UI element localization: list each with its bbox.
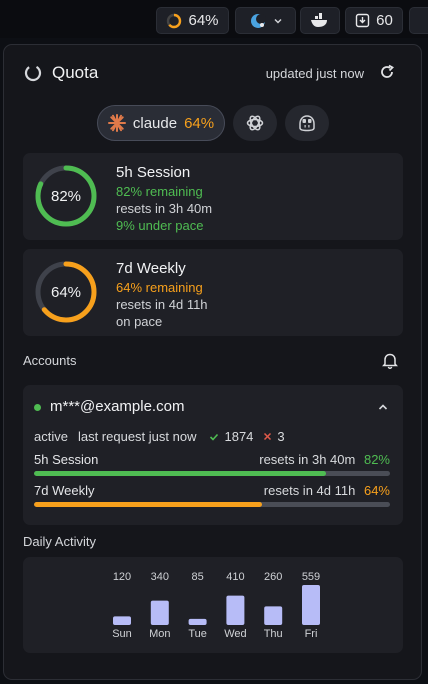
- weekly-card: 64% 7d Weekly 64% remaining resets in 4d…: [23, 249, 403, 336]
- download-tray-icon: [355, 13, 370, 28]
- session-card: 82% 5h Session 82% remaining resets in 3…: [23, 153, 403, 240]
- accounts-label: Accounts: [23, 353, 77, 368]
- tab-openai[interactable]: [233, 105, 277, 141]
- activity-value-thu: 260: [264, 571, 282, 583]
- activity-value-sun: 120: [113, 571, 131, 583]
- tab-claude-label: claude: [132, 114, 178, 132]
- tab-copilot[interactable]: [285, 105, 329, 141]
- copilot-robot-icon: [299, 115, 315, 132]
- chevron-down-icon: [273, 18, 282, 24]
- account-meta: active last request just now 1874 3: [34, 429, 285, 444]
- x-icon: [264, 432, 272, 441]
- daily-activity-chart: 120 Sun 340 Mon 85 Tue 410 Wed 260 Thu 559 Fri: [23, 557, 403, 653]
- account-weekly-pct: 64%: [363, 483, 390, 498]
- activity-bar-wed: [226, 595, 245, 625]
- weekly-pace: on pace: [116, 314, 163, 329]
- quota-panel: Quota updated just now claude 64% 82% 5h…: [3, 44, 422, 680]
- activity-bar-fri: [302, 585, 320, 625]
- account-session-fill: [34, 471, 326, 476]
- tab-claude[interactable]: claude 64%: [97, 105, 225, 141]
- quota-ring-icon: [167, 13, 182, 28]
- activity-bar-sun: [113, 616, 131, 625]
- whale-icon: [311, 12, 327, 27]
- tab-claude-pct: 64%: [184, 114, 215, 132]
- theme-menu-button[interactable]: [235, 7, 296, 34]
- updated-status: updated just now: [265, 66, 364, 81]
- session-pace: 9% under pace: [116, 218, 204, 233]
- openai-knot-icon: [246, 115, 264, 131]
- activity-value-fri: 559: [302, 571, 320, 583]
- activity-value-mon: 340: [151, 571, 169, 583]
- session-details: 5h Session 82% remaining resets in 3h 40…: [116, 163, 212, 234]
- account-session-track: [34, 471, 390, 476]
- account-session-right: resets in 3h 40m 82%: [259, 452, 390, 467]
- account-status-dot: [34, 404, 41, 411]
- activity-day-mon: Mon: [149, 628, 170, 640]
- weekly-remaining: 64% remaining: [116, 280, 203, 295]
- downloads-count: 60: [376, 12, 393, 29]
- quota-menu-button[interactable]: 64%: [156, 7, 229, 34]
- account-session-pct: 82%: [363, 452, 390, 467]
- account-status: active: [34, 429, 68, 444]
- quota-menu-pct: 64%: [188, 12, 219, 29]
- session-resets: resets in 3h 40m: [116, 201, 213, 216]
- panel-header: Quota: [24, 63, 98, 83]
- weekly-resets: resets in 4d 11h: [116, 297, 208, 312]
- daily-activity-svg: 120 Sun 340 Mon 85 Tue 410 Wed 260 Thu 559 Fri: [112, 571, 320, 640]
- weekly-gauge-pct: 64%: [50, 283, 82, 301]
- fail-count: 3: [277, 429, 285, 444]
- account-email: m***@example.com: [50, 398, 185, 415]
- check-icon: [210, 433, 219, 441]
- menu-overflow-button[interactable]: [409, 7, 428, 34]
- account-last-request: last request just now: [77, 429, 197, 444]
- activity-bar-mon: [150, 600, 169, 625]
- bell-icon[interactable]: [382, 352, 398, 369]
- account-weekly-right: resets in 4d 11h 64%: [264, 483, 390, 498]
- downloads-menu-button[interactable]: 60: [345, 7, 403, 34]
- activity-value-tue: 85: [191, 571, 203, 583]
- weekly-details: 7d Weekly 64% remaining resets in 4d 11h…: [116, 259, 208, 330]
- chevron-up-icon[interactable]: [377, 401, 389, 413]
- session-remaining: 82% remaining: [116, 184, 203, 199]
- activity-bar-tue: [188, 618, 207, 625]
- session-gauge-pct: 82%: [50, 187, 82, 205]
- moon-globe-icon: [250, 13, 266, 28]
- menu-bar: 64% 60: [0, 0, 428, 38]
- success-count: 1874: [224, 429, 254, 444]
- provider-tabs: claude 64%: [4, 105, 421, 141]
- claude-sunburst-icon: [107, 114, 126, 132]
- success-stat: 1874: [209, 429, 253, 444]
- activity-bar-thu: [264, 606, 283, 625]
- panel-title: Quota: [52, 63, 99, 82]
- account-weekly-resets: resets in 4d 11h: [263, 483, 356, 498]
- account-weekly-fill: [34, 502, 262, 507]
- account-session-resets: resets in 3h 40m: [259, 452, 356, 467]
- account-weekly-track: [34, 502, 390, 507]
- daily-activity-label: Daily Activity: [23, 534, 96, 549]
- quota-logo-icon: [24, 64, 42, 82]
- container-menu-button[interactable]: [300, 7, 340, 34]
- activity-day-tue: Tue: [188, 628, 207, 640]
- account-card[interactable]: m***@example.com active last request jus…: [23, 385, 403, 525]
- account-session-label: 5h Session: [34, 452, 99, 467]
- account-weekly-label: 7d Weekly: [34, 483, 95, 498]
- refresh-icon[interactable]: [379, 64, 395, 80]
- activity-day-fri: Fri: [305, 628, 318, 640]
- fail-stat: 3: [263, 429, 285, 444]
- weekly-title: 7d Weekly: [116, 260, 186, 277]
- activity-day-sun: Sun: [112, 628, 132, 640]
- activity-day-thu: Thu: [264, 628, 283, 640]
- session-title: 5h Session: [116, 164, 191, 181]
- activity-day-wed: Wed: [224, 628, 246, 640]
- activity-value-wed: 410: [226, 571, 244, 583]
